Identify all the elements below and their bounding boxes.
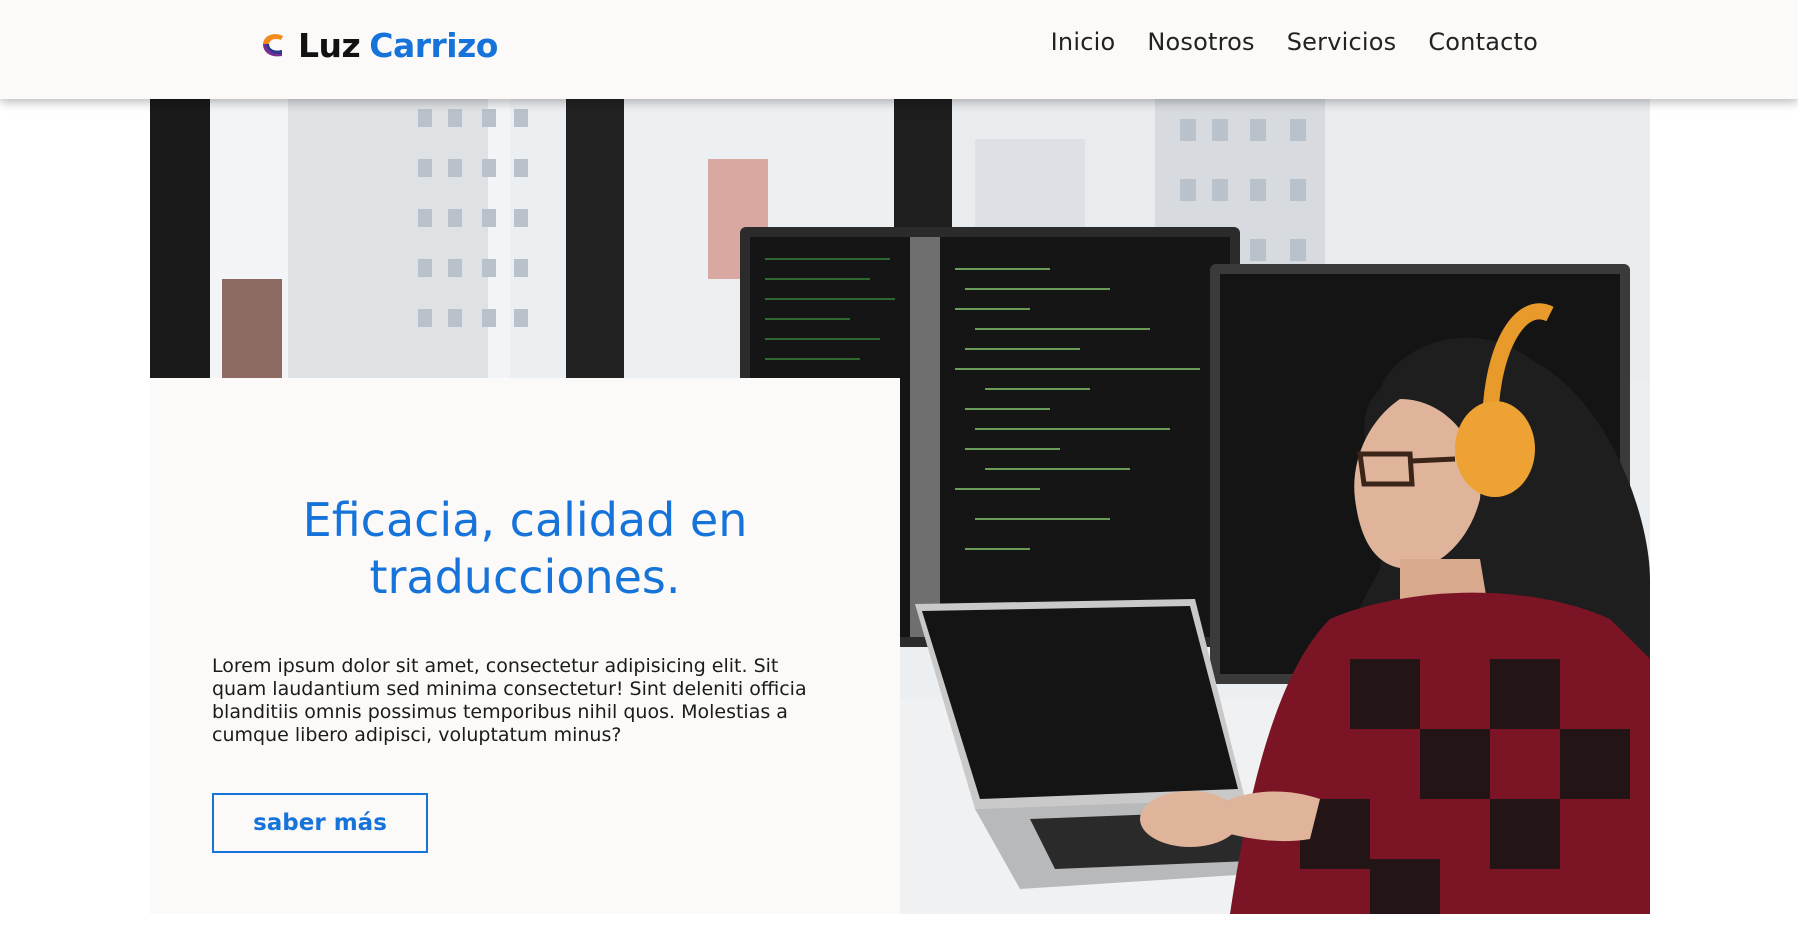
brand-c-logo-icon: [263, 34, 283, 57]
brand-last-name: Carrizo: [369, 25, 498, 65]
saber-mas-button[interactable]: saber más: [212, 793, 428, 853]
brand-first-name: Luz: [298, 25, 361, 65]
nav-link-contacto[interactable]: Contacto: [1428, 28, 1538, 56]
brand-logo-link[interactable]: Luz Carrizo: [258, 23, 498, 67]
nav-link-inicio[interactable]: Inicio: [1051, 28, 1116, 56]
hero-description: Lorem ipsum dolor sit amet, consectetur …: [212, 655, 807, 746]
site-header: Luz Carrizo Inicio Nosotros Servicios Co…: [0, 0, 1798, 99]
nav-link-nosotros[interactable]: Nosotros: [1147, 28, 1254, 56]
hero-card: Eficacia, calidad en traducciones. Lorem…: [150, 378, 900, 914]
nav-link-servicios[interactable]: Servicios: [1287, 28, 1397, 56]
hero-title: Eficacia, calidad en traducciones.: [302, 493, 748, 604]
main-nav: Inicio Nosotros Servicios Contacto: [1051, 28, 1538, 56]
